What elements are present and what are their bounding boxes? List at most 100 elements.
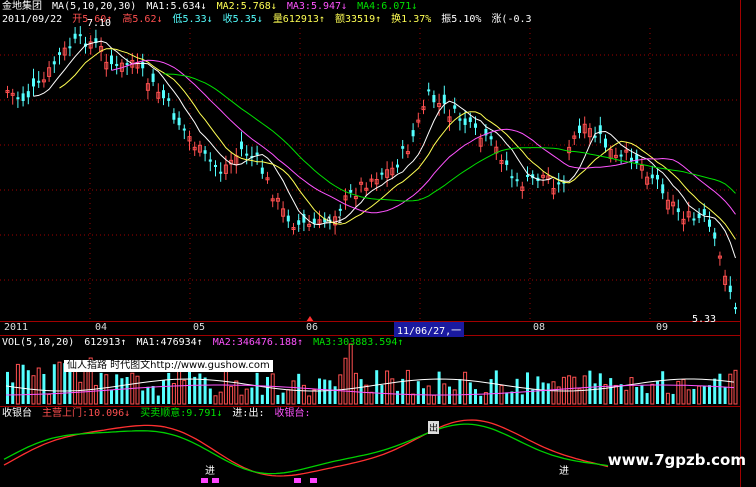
candle-body-down (52, 61, 56, 65)
volume-bar-down (151, 386, 155, 404)
volume-bar-down (515, 378, 519, 404)
date-label-05: 05 (193, 322, 206, 333)
volume-bar-up (47, 393, 52, 405)
indicator-name[interactable]: 收银台 (2, 408, 32, 419)
volume-bar-down (713, 378, 717, 404)
candle-body-down (151, 73, 155, 82)
volume-bar-down (255, 372, 259, 404)
volume-bar-down (198, 373, 202, 404)
volume-bar-down (68, 367, 72, 404)
volume-bar-up (171, 382, 176, 405)
candle-body-down (661, 184, 665, 194)
tick-label: A.1 (326, 216, 343, 226)
candle-body-down (260, 167, 264, 174)
volume-bar-down (260, 394, 264, 404)
candle-body-down (453, 105, 457, 109)
volume-bar-up (650, 383, 655, 405)
date-label-09: 09 (656, 322, 669, 333)
volume-bar-down (167, 372, 171, 404)
volume-bar-up (213, 395, 218, 405)
candle-body-down (578, 125, 581, 133)
volume-bar-down (276, 394, 280, 404)
quote-info-row: 2011/09/22 开5.60↑ 高5.62↓ 低5.33↓ 收5.35↓ 量… (2, 14, 536, 26)
ma1-line (33, 40, 736, 259)
volume-bar-down (422, 388, 425, 404)
volume-bar-down (609, 378, 613, 404)
date-label-06: 06 (306, 322, 319, 333)
candle-body-down (468, 117, 472, 122)
volume-bar-down (468, 382, 472, 404)
candle-body-down (702, 209, 706, 216)
volume-bar-up (681, 379, 686, 405)
candle-body-down (474, 123, 477, 128)
candle-body-down (692, 218, 696, 221)
volume-bar-up (307, 395, 312, 405)
candle-body-down (708, 219, 711, 227)
volume-bar-down (52, 364, 56, 404)
volume-bar-down (416, 381, 420, 404)
volume-bar-down (458, 379, 462, 404)
quote-volume: 量612913↑ (272, 14, 325, 25)
volume-bar-down (42, 373, 46, 404)
ma2-value: MA2:5.768↓ (216, 1, 277, 12)
cursor-date: 11/06/27,一 (394, 322, 465, 337)
volume-bar-down (6, 371, 9, 404)
volume-bar-down (380, 385, 384, 404)
volume-bar-up (411, 393, 416, 405)
candle-body-down (177, 117, 181, 126)
volume-bar-up (229, 386, 234, 405)
volume-bar-up (686, 389, 691, 405)
candle-body-down (650, 174, 654, 179)
candle-body-down (463, 118, 467, 125)
volume-bar-down (656, 380, 659, 404)
volume-bar-up (104, 374, 109, 405)
volume-bar-up (353, 372, 358, 405)
volume-bar-up (551, 381, 556, 405)
candle-body-down (203, 150, 207, 154)
candle-body-down (68, 46, 72, 49)
volume-bar-up (733, 369, 738, 405)
volume-bar-up (223, 371, 228, 405)
indicator-line2: 买卖顺意:9.791↓ (140, 408, 223, 419)
volume-bar-up (665, 392, 670, 405)
volume-bar-down (505, 392, 509, 404)
candle-body-down (442, 94, 446, 104)
volume-bar-up (312, 389, 317, 405)
candle-body-down (21, 93, 25, 102)
volume-bar-down (11, 382, 15, 404)
volume-bar-up (286, 389, 291, 405)
volume-bar-up (385, 370, 390, 405)
volume-bar-down (479, 395, 483, 404)
candle-body-down (338, 208, 342, 211)
candle-body-down (110, 55, 113, 65)
indicator-header: 收银台 主营上门:10.096↓ 买卖顺意:9.791↓ 进:出: 收银台: (2, 408, 315, 420)
candle-body-down (489, 136, 493, 140)
candle-body-down (427, 89, 431, 92)
date-axis-border (0, 335, 740, 336)
stock-name[interactable]: 金地集团 (2, 1, 42, 12)
indicator-line3: 进:出: (232, 408, 265, 419)
vol-params[interactable]: VOL(5,10,20) (2, 337, 74, 348)
volume-bar-up (36, 367, 41, 405)
volume-bar-down (541, 382, 545, 404)
volume-bar-up (93, 384, 98, 405)
volume-bar-up (239, 394, 244, 405)
volume-bar-down (266, 376, 269, 404)
volume-bar-down (26, 370, 30, 404)
candle-body-down (167, 98, 171, 101)
candle-body-down (78, 34, 82, 37)
volume-bar-down (437, 371, 441, 404)
volume-bar-up (613, 384, 618, 405)
ma4-value: MA4:6.071↓ (357, 1, 418, 12)
candle-body-down (505, 160, 509, 165)
candle-body-down (16, 97, 20, 100)
ma-header: 金地集团 MA(5,10,20,30) MA1:5.634↓ MA2:5.768… (2, 1, 421, 13)
candle-body-down (245, 153, 249, 156)
volume-bar-down (702, 385, 706, 404)
volume-bar-down (125, 377, 129, 404)
candle-body-down (635, 154, 639, 164)
candle-body-down (32, 78, 35, 87)
ma1-value: MA1:5.634↓ (146, 1, 207, 12)
volume-bar-down (531, 389, 535, 404)
high-price-label: 7.10 (87, 18, 112, 29)
